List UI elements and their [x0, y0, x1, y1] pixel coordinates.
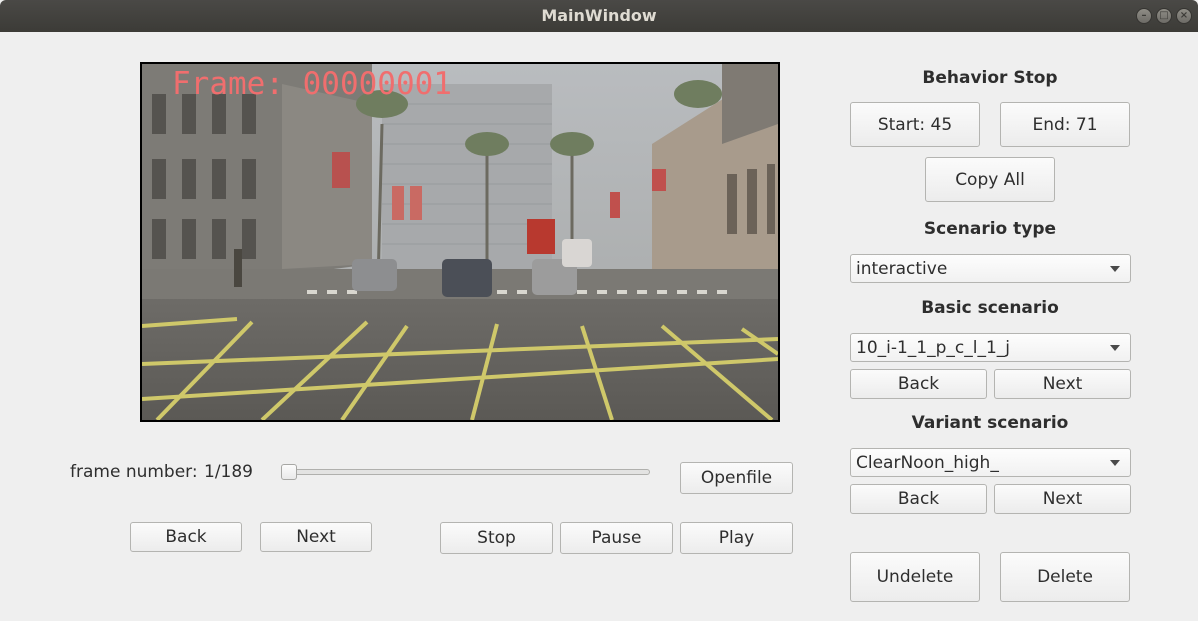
variant-scenario-value: ClearNoon_high_ — [856, 453, 999, 473]
maximize-icon[interactable]: □ — [1156, 8, 1172, 24]
delete-button[interactable]: Delete — [1000, 552, 1130, 602]
frame-counter: 1/189 — [204, 462, 253, 482]
scenario-type-value: interactive — [856, 259, 948, 279]
copy-all-button[interactable]: Copy All — [925, 157, 1055, 202]
play-button[interactable]: Play — [680, 522, 793, 554]
basic-scenario-next-button[interactable]: Next — [994, 369, 1131, 399]
frame-overlay-label: Frame: 00000001 — [172, 66, 452, 102]
chevron-down-icon — [1110, 460, 1120, 466]
stop-button[interactable]: Stop — [440, 522, 553, 554]
street-scene-image — [142, 64, 778, 420]
pause-button[interactable]: Pause — [560, 522, 673, 554]
scenario-type-heading: Scenario type — [923, 219, 1057, 239]
end-button[interactable]: End: 71 — [1000, 102, 1130, 147]
chevron-down-icon — [1110, 266, 1120, 272]
variant-scenario-next-button[interactable]: Next — [994, 484, 1131, 514]
close-icon[interactable]: × — [1176, 8, 1192, 24]
behavior-stop-heading: Behavior Stop — [922, 68, 1058, 88]
next-button[interactable]: Next — [260, 522, 372, 552]
window-title: MainWindow — [541, 6, 657, 25]
basic-scenario-heading: Basic scenario — [921, 298, 1059, 318]
undelete-button[interactable]: Undelete — [850, 552, 980, 602]
video-frame: Frame: 00000001 — [140, 62, 780, 422]
scenario-type-select[interactable]: interactive — [850, 254, 1131, 283]
frame-number-label: frame number: — [70, 462, 198, 482]
basic-scenario-back-button[interactable]: Back — [850, 369, 987, 399]
frame-slider-track[interactable] — [285, 469, 650, 475]
chevron-down-icon — [1110, 345, 1120, 351]
variant-scenario-back-button[interactable]: Back — [850, 484, 987, 514]
minimize-icon[interactable]: – — [1136, 8, 1152, 24]
back-button[interactable]: Back — [130, 522, 242, 552]
openfile-button[interactable]: Openfile — [680, 462, 793, 494]
variant-scenario-heading: Variant scenario — [911, 413, 1069, 433]
title-bar[interactable]: MainWindow – □ × — [0, 0, 1198, 32]
basic-scenario-value: 10_i-1_1_p_c_l_1_j — [856, 338, 1011, 358]
basic-scenario-select[interactable]: 10_i-1_1_p_c_l_1_j — [850, 333, 1131, 362]
frame-slider-handle[interactable] — [281, 464, 297, 480]
variant-scenario-select[interactable]: ClearNoon_high_ — [850, 448, 1131, 477]
start-button[interactable]: Start: 45 — [850, 102, 980, 147]
